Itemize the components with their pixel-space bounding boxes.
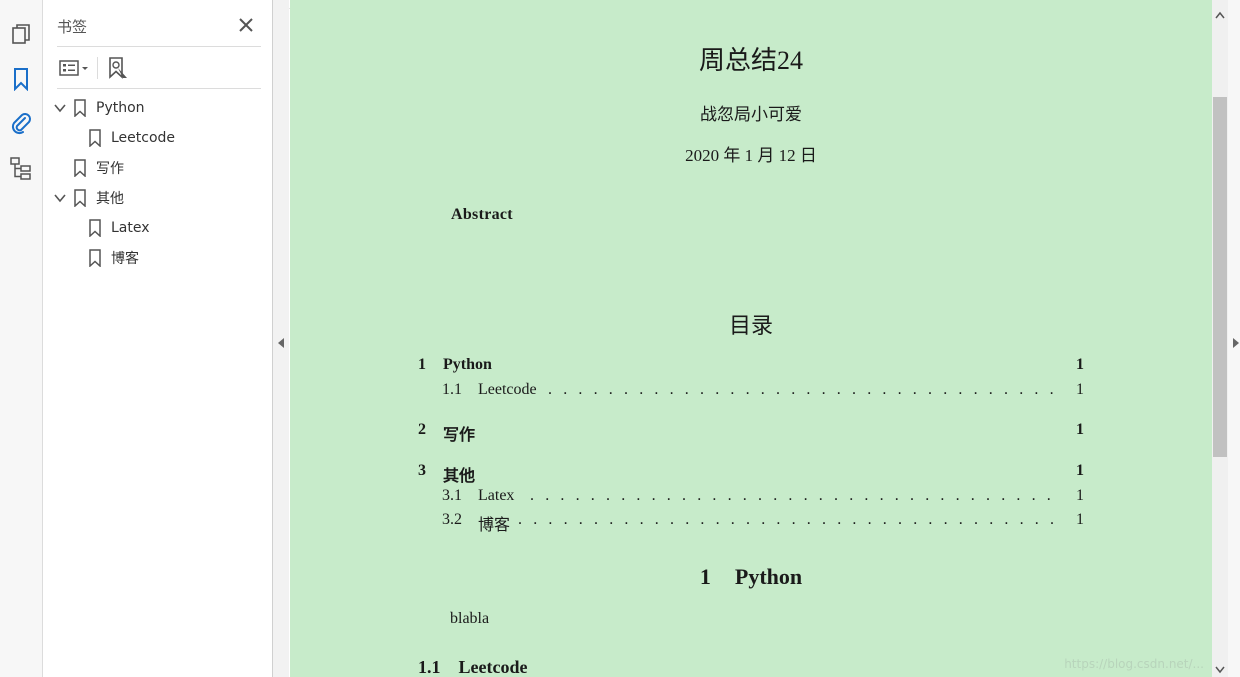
abstract-heading: Abstract bbox=[451, 206, 513, 223]
close-icon bbox=[239, 18, 253, 32]
bookmark-leetcode[interactable]: Leetcode bbox=[43, 123, 272, 153]
toc-number: 3 bbox=[418, 462, 426, 479]
bookmark-icon bbox=[89, 219, 101, 237]
section-number: 1 bbox=[699, 564, 711, 589]
toc-number: 2 bbox=[418, 421, 426, 438]
toc-leader: . . . . . . . . . . . . . . . . . . . . … bbox=[518, 511, 1058, 528]
bookmark-icon bbox=[74, 159, 86, 177]
bookmark-label: Python bbox=[96, 100, 145, 116]
toc-entry[interactable]: 3.2 博客 . . . . . . . . . . . . . . . . .… bbox=[418, 511, 1084, 534]
bookmarks-tool[interactable] bbox=[8, 66, 34, 92]
panel-toolbar bbox=[57, 54, 130, 82]
bookmark-icon bbox=[89, 249, 101, 267]
attachments-icon bbox=[11, 113, 31, 135]
subsection-title: Leetcode bbox=[458, 657, 528, 677]
left-tool-rail bbox=[0, 0, 43, 677]
toc-number: 3.2 bbox=[442, 511, 462, 528]
subsection-number: 1.1 bbox=[418, 657, 441, 677]
close-panel-button[interactable] bbox=[236, 15, 256, 35]
toc-page: 1 bbox=[1076, 462, 1084, 479]
bookmark-options-button[interactable] bbox=[57, 55, 93, 81]
panel-divider bbox=[57, 46, 261, 47]
toc-number: 3.1 bbox=[442, 487, 462, 504]
toc-heading: 目录 bbox=[728, 314, 773, 339]
toc-entry[interactable]: 1 Python 1 bbox=[418, 356, 1084, 376]
scroll-down-icon[interactable] bbox=[1215, 666, 1225, 674]
toc-title: Leetcode bbox=[478, 381, 537, 398]
document-date: 2020 年 1 月 12 日 bbox=[685, 146, 817, 165]
structure-icon bbox=[10, 157, 31, 180]
document-title: 周总结24 bbox=[698, 46, 803, 75]
bookmark-label: 其他 bbox=[96, 191, 124, 207]
structure-tool[interactable] bbox=[8, 156, 34, 182]
add-bookmark-icon bbox=[109, 57, 127, 79]
bookmark-label: Latex bbox=[111, 220, 150, 236]
toc-page: 1 bbox=[1076, 381, 1084, 398]
options-list-icon bbox=[59, 60, 88, 76]
panel-divider bbox=[57, 88, 261, 89]
toc-page: 1 bbox=[1076, 421, 1084, 438]
collapse-panel-arrow-icon[interactable] bbox=[278, 338, 284, 348]
toc-entry[interactable]: 3 其他 1 bbox=[418, 462, 1084, 485]
bookmark-label: 写作 bbox=[96, 161, 124, 177]
toc-title: 其他 bbox=[443, 468, 476, 485]
panel-title: 书签 bbox=[57, 18, 88, 36]
bookmark-other[interactable]: 其他 bbox=[43, 183, 272, 213]
toc-title: 博客 bbox=[478, 517, 511, 534]
bookmark-tree: Python Leetcode 写作 其他 Latex 博客 bbox=[43, 93, 272, 273]
page-thumbnails-tool[interactable] bbox=[8, 22, 34, 48]
toc-page: 1 bbox=[1076, 511, 1084, 528]
toc-entry[interactable]: 1.1 Leetcode . . . . . . . . . . . . . .… bbox=[418, 381, 1084, 401]
bookmarks-panel: 书签 Python Leetcode 写作 其他 Latex 博客 bbox=[43, 0, 273, 677]
scrollbar-thumb[interactable] bbox=[1213, 97, 1227, 457]
body-text: blabla bbox=[450, 610, 490, 627]
bookmark-writing[interactable]: 写作 bbox=[43, 153, 272, 183]
toc-number: 1 bbox=[418, 356, 426, 373]
toc-leader: . . . . . . . . . . . . . . . . . . . . … bbox=[530, 487, 1058, 504]
toc-entry[interactable]: 3.1 Latex . . . . . . . . . . . . . . . … bbox=[418, 487, 1084, 507]
toc-number: 1.1 bbox=[442, 381, 462, 398]
section-title: Python bbox=[734, 564, 803, 589]
bookmark-blog[interactable]: 博客 bbox=[43, 243, 272, 273]
bookmarks-icon bbox=[14, 68, 28, 91]
toc-title: 写作 bbox=[443, 427, 476, 444]
bookmark-python[interactable]: Python bbox=[43, 93, 272, 123]
toc-page: 1 bbox=[1076, 487, 1084, 504]
toc-entry[interactable]: 2 写作 1 bbox=[418, 421, 1084, 444]
page-thumbnails-icon bbox=[12, 24, 30, 44]
new-bookmark-button[interactable] bbox=[104, 55, 130, 81]
watermark: https://blog.csdn.net/... bbox=[1064, 657, 1204, 671]
scroll-up-icon[interactable] bbox=[1215, 11, 1225, 19]
subsection-heading: 1.1 Leetcode bbox=[418, 657, 527, 677]
bookmark-icon bbox=[89, 129, 101, 147]
bookmark-label: 博客 bbox=[111, 251, 139, 267]
expand-right-panel-arrow-icon[interactable] bbox=[1233, 338, 1239, 348]
toc-page: 1 bbox=[1076, 356, 1084, 373]
toolbar-separator bbox=[97, 57, 98, 79]
document-page: 周总结24 战忽局小可爱 2020 年 1 月 12 日 Abstract 目录… bbox=[290, 0, 1212, 677]
toc-leader: . . . . . . . . . . . . . . . . . . . . … bbox=[548, 381, 1058, 398]
section-heading: 1 Python bbox=[290, 564, 1212, 590]
bookmark-icon bbox=[74, 99, 86, 117]
bookmark-label: Leetcode bbox=[111, 130, 176, 146]
bookmark-latex[interactable]: Latex bbox=[43, 213, 272, 243]
bookmark-icon bbox=[74, 189, 86, 207]
toc-title: Python bbox=[443, 356, 492, 373]
document-author: 战忽局小可爱 bbox=[700, 105, 802, 124]
chevron-down-icon[interactable] bbox=[53, 191, 67, 205]
chevron-down-icon[interactable] bbox=[53, 101, 67, 115]
toc-title: Latex bbox=[478, 487, 515, 504]
attachments-tool[interactable] bbox=[8, 110, 34, 136]
